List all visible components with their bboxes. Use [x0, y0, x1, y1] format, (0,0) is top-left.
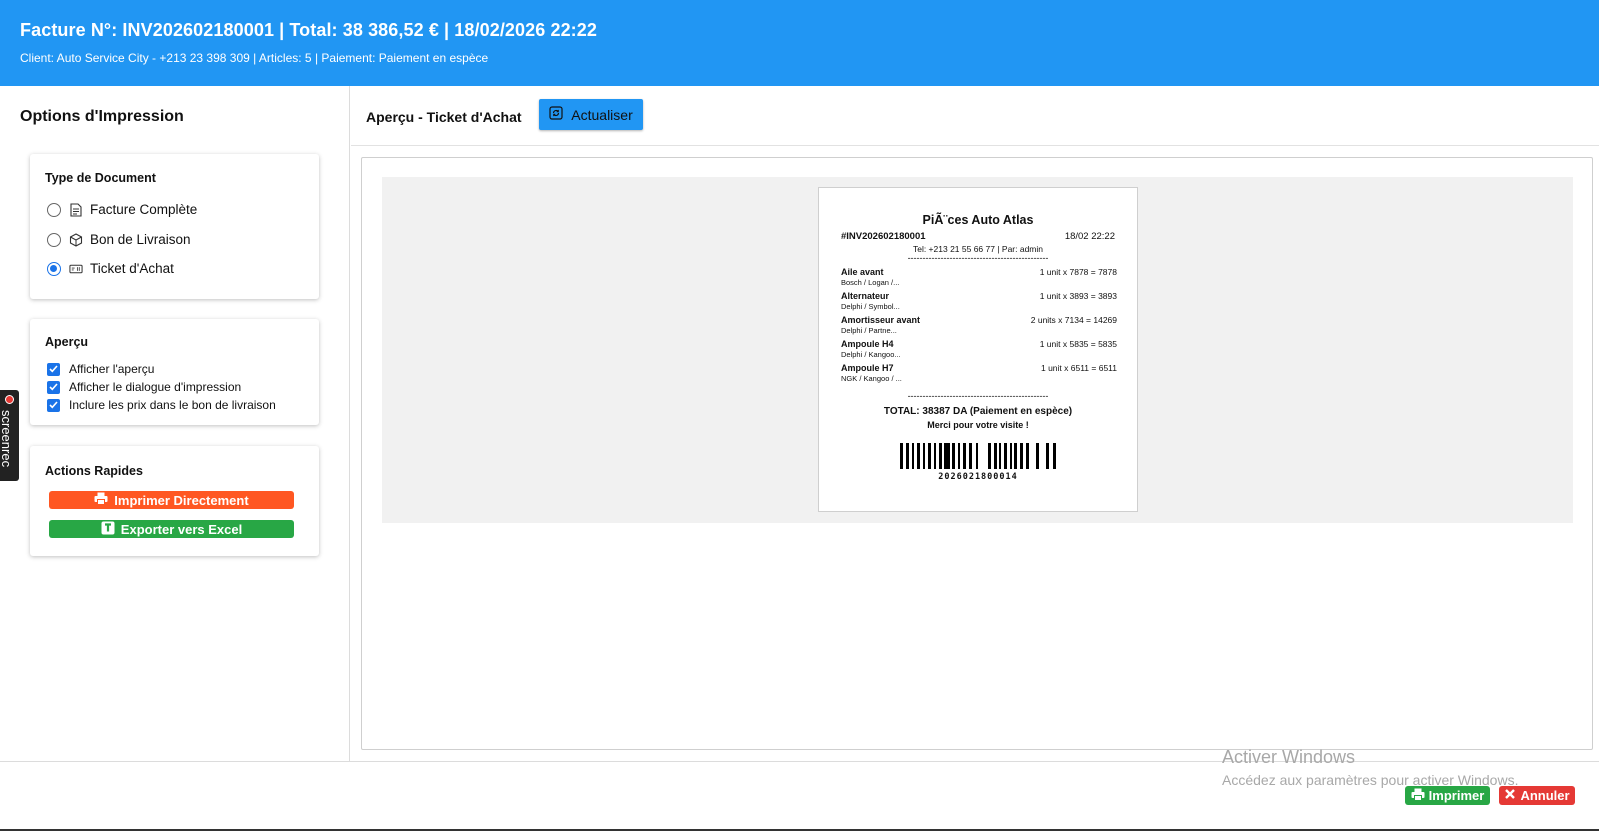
checkbox-show-print-dialog[interactable]: Afficher le dialogue d'impression: [47, 380, 241, 394]
radio-button[interactable]: [47, 202, 61, 217]
ticket-item: Amortisseur avant 2 units x 7134 = 14269…: [841, 315, 1117, 335]
checkbox-checked[interactable]: [47, 380, 60, 394]
radio-ticket-achat[interactable]: Ticket d'Achat: [47, 261, 174, 276]
cancel-button-label: Annuler: [1520, 788, 1570, 803]
footer-divider: [0, 761, 1599, 762]
close-icon: [1504, 788, 1516, 803]
print-button-label: Imprimer: [1428, 788, 1485, 803]
ticket-item: Aile avant 1 unit x 7878 = 7878 Bosch / …: [841, 267, 1117, 287]
document-icon: [69, 202, 83, 217]
ticket-item-detail: Bosch / Logan /...: [841, 278, 900, 287]
ticket-item: Ampoule H7 1 unit x 6511 = 6511 NGK / Ka…: [841, 363, 1117, 383]
ticket-item-detail: NGK / Kangoo / ...: [841, 374, 902, 383]
ticket-item-qty: 1 unit x 3893 = 3893: [1039, 291, 1117, 301]
quick-actions-card: Actions Rapides Imprimer Directement Exp…: [30, 446, 319, 556]
radio-button-selected[interactable]: [47, 261, 61, 276]
windows-activation-title: Activer Windows: [1222, 747, 1356, 767]
print-options-sidebar: Options d'Impression Type de Document Fa…: [0, 86, 350, 761]
radio-bon-livraison[interactable]: Bon de Livraison: [47, 232, 191, 247]
cancel-button[interactable]: Annuler: [1499, 786, 1575, 805]
barcode-number: 2026021800014: [938, 472, 1018, 482]
toolbar-divider: [351, 145, 1599, 146]
checkbox-checked[interactable]: [47, 398, 60, 412]
refresh-label: Actualiser: [571, 106, 633, 123]
checkbox-label: Afficher l'aperçu: [69, 362, 155, 376]
package-icon: [69, 232, 83, 247]
ticket-item-qty: 1 unit x 7878 = 7878: [1039, 267, 1117, 277]
preview-frame[interactable]: PiÃ¨ces Auto Atlas #INV202602180001 18/0…: [361, 157, 1593, 750]
ticket-date: 18/02 22:22: [1064, 231, 1115, 242]
document-type-title: Type de Document: [45, 171, 156, 185]
ticket-total: TOTAL: 38387 DA (Paiement en espèce): [883, 406, 1073, 417]
ticket-item-qty: 2 units x 7134 = 14269: [1030, 315, 1117, 325]
printer-icon: [94, 492, 108, 508]
export-excel-button[interactable]: Exporter vers Excel: [49, 520, 294, 538]
ticket-item-qty: 1 unit x 5835 = 5835: [1039, 339, 1117, 349]
ticket-thanks: Merci pour votre visite !: [927, 420, 1029, 430]
document-type-card: Type de Document Facture Complète Bon de…: [30, 154, 319, 299]
preview-panel: Aperçu - Ticket d'Achat Actualiser PiÃ¨c…: [351, 86, 1599, 761]
preview-options-title: Aperçu: [45, 335, 89, 349]
checkbox-show-preview[interactable]: Afficher l'aperçu: [47, 362, 154, 376]
ticket-item-qty: 1 unit x 6511 = 6511: [1040, 363, 1117, 373]
invoice-subtitle: Client: Auto Service City - +213 23 398 …: [20, 51, 489, 65]
radio-facture-complete[interactable]: Facture Complète: [47, 202, 197, 217]
ticket-invoice-number: #INV202602180001: [841, 231, 926, 242]
ticket-shop-name: PiÃ¨ces Auto Atlas: [922, 213, 1034, 227]
ticket-item-detail: Delphi / Partne...: [841, 326, 897, 335]
excel-icon: [101, 521, 115, 538]
checkbox-label: Afficher le dialogue d'impression: [69, 380, 242, 394]
ticket-separator: ----------------------------------------…: [907, 253, 1049, 263]
sidebar-title: Options d'Impression: [20, 108, 184, 125]
screenrec-label: screenrec: [0, 410, 14, 468]
export-excel-label: Exporter vers Excel: [120, 521, 243, 537]
ticket-separator: ----------------------------------------…: [907, 391, 1049, 401]
print-directly-label: Imprimer Directement: [114, 492, 249, 508]
receipt-ticket: PiÃ¨ces Auto Atlas #INV202602180001 18/0…: [818, 187, 1138, 512]
receipt-icon: [69, 262, 83, 276]
screenrec-widget[interactable]: screenrec: [0, 390, 19, 481]
invoice-header: Facture N°: INV202602180001 | Total: 38 …: [0, 0, 1599, 86]
preview-options-card: Aperçu Afficher l'aperçu Afficher le dia…: [30, 319, 319, 425]
refresh-icon: [549, 106, 563, 123]
printer-icon: [1411, 788, 1425, 804]
invoice-title: Facture N°: INV202602180001 | Total: 38 …: [20, 20, 597, 40]
quick-actions-title: Actions Rapides: [45, 464, 143, 478]
ticket-item: Ampoule H4 1 unit x 5835 = 5835 Delphi /…: [841, 339, 1117, 359]
checkbox-label: Inclure les prix dans le bon de livraiso…: [69, 398, 276, 412]
preview-title: Aperçu - Ticket d'Achat: [366, 109, 522, 125]
preview-canvas: PiÃ¨ces Auto Atlas #INV202602180001 18/0…: [382, 177, 1573, 523]
radio-label: Bon de Livraison: [90, 232, 191, 247]
checkbox-checked[interactable]: [47, 362, 60, 376]
checkbox-include-prices[interactable]: Inclure les prix dans le bon de livraiso…: [47, 398, 276, 412]
radio-label: Ticket d'Achat: [90, 261, 174, 276]
ticket-item: Alternateur 1 unit x 3893 = 3893 Delphi …: [841, 291, 1117, 311]
print-directly-button[interactable]: Imprimer Directement: [49, 491, 294, 509]
print-button[interactable]: Imprimer: [1405, 786, 1490, 805]
barcode-graphic: [900, 443, 1056, 469]
record-icon: [5, 395, 14, 404]
refresh-button[interactable]: Actualiser: [539, 99, 643, 130]
ticket-item-detail: Delphi / Kangoo...: [841, 350, 901, 359]
radio-label: Facture Complète: [90, 202, 198, 217]
radio-button[interactable]: [47, 232, 61, 247]
ticket-item-detail: Delphi / Symbol...: [841, 302, 900, 311]
